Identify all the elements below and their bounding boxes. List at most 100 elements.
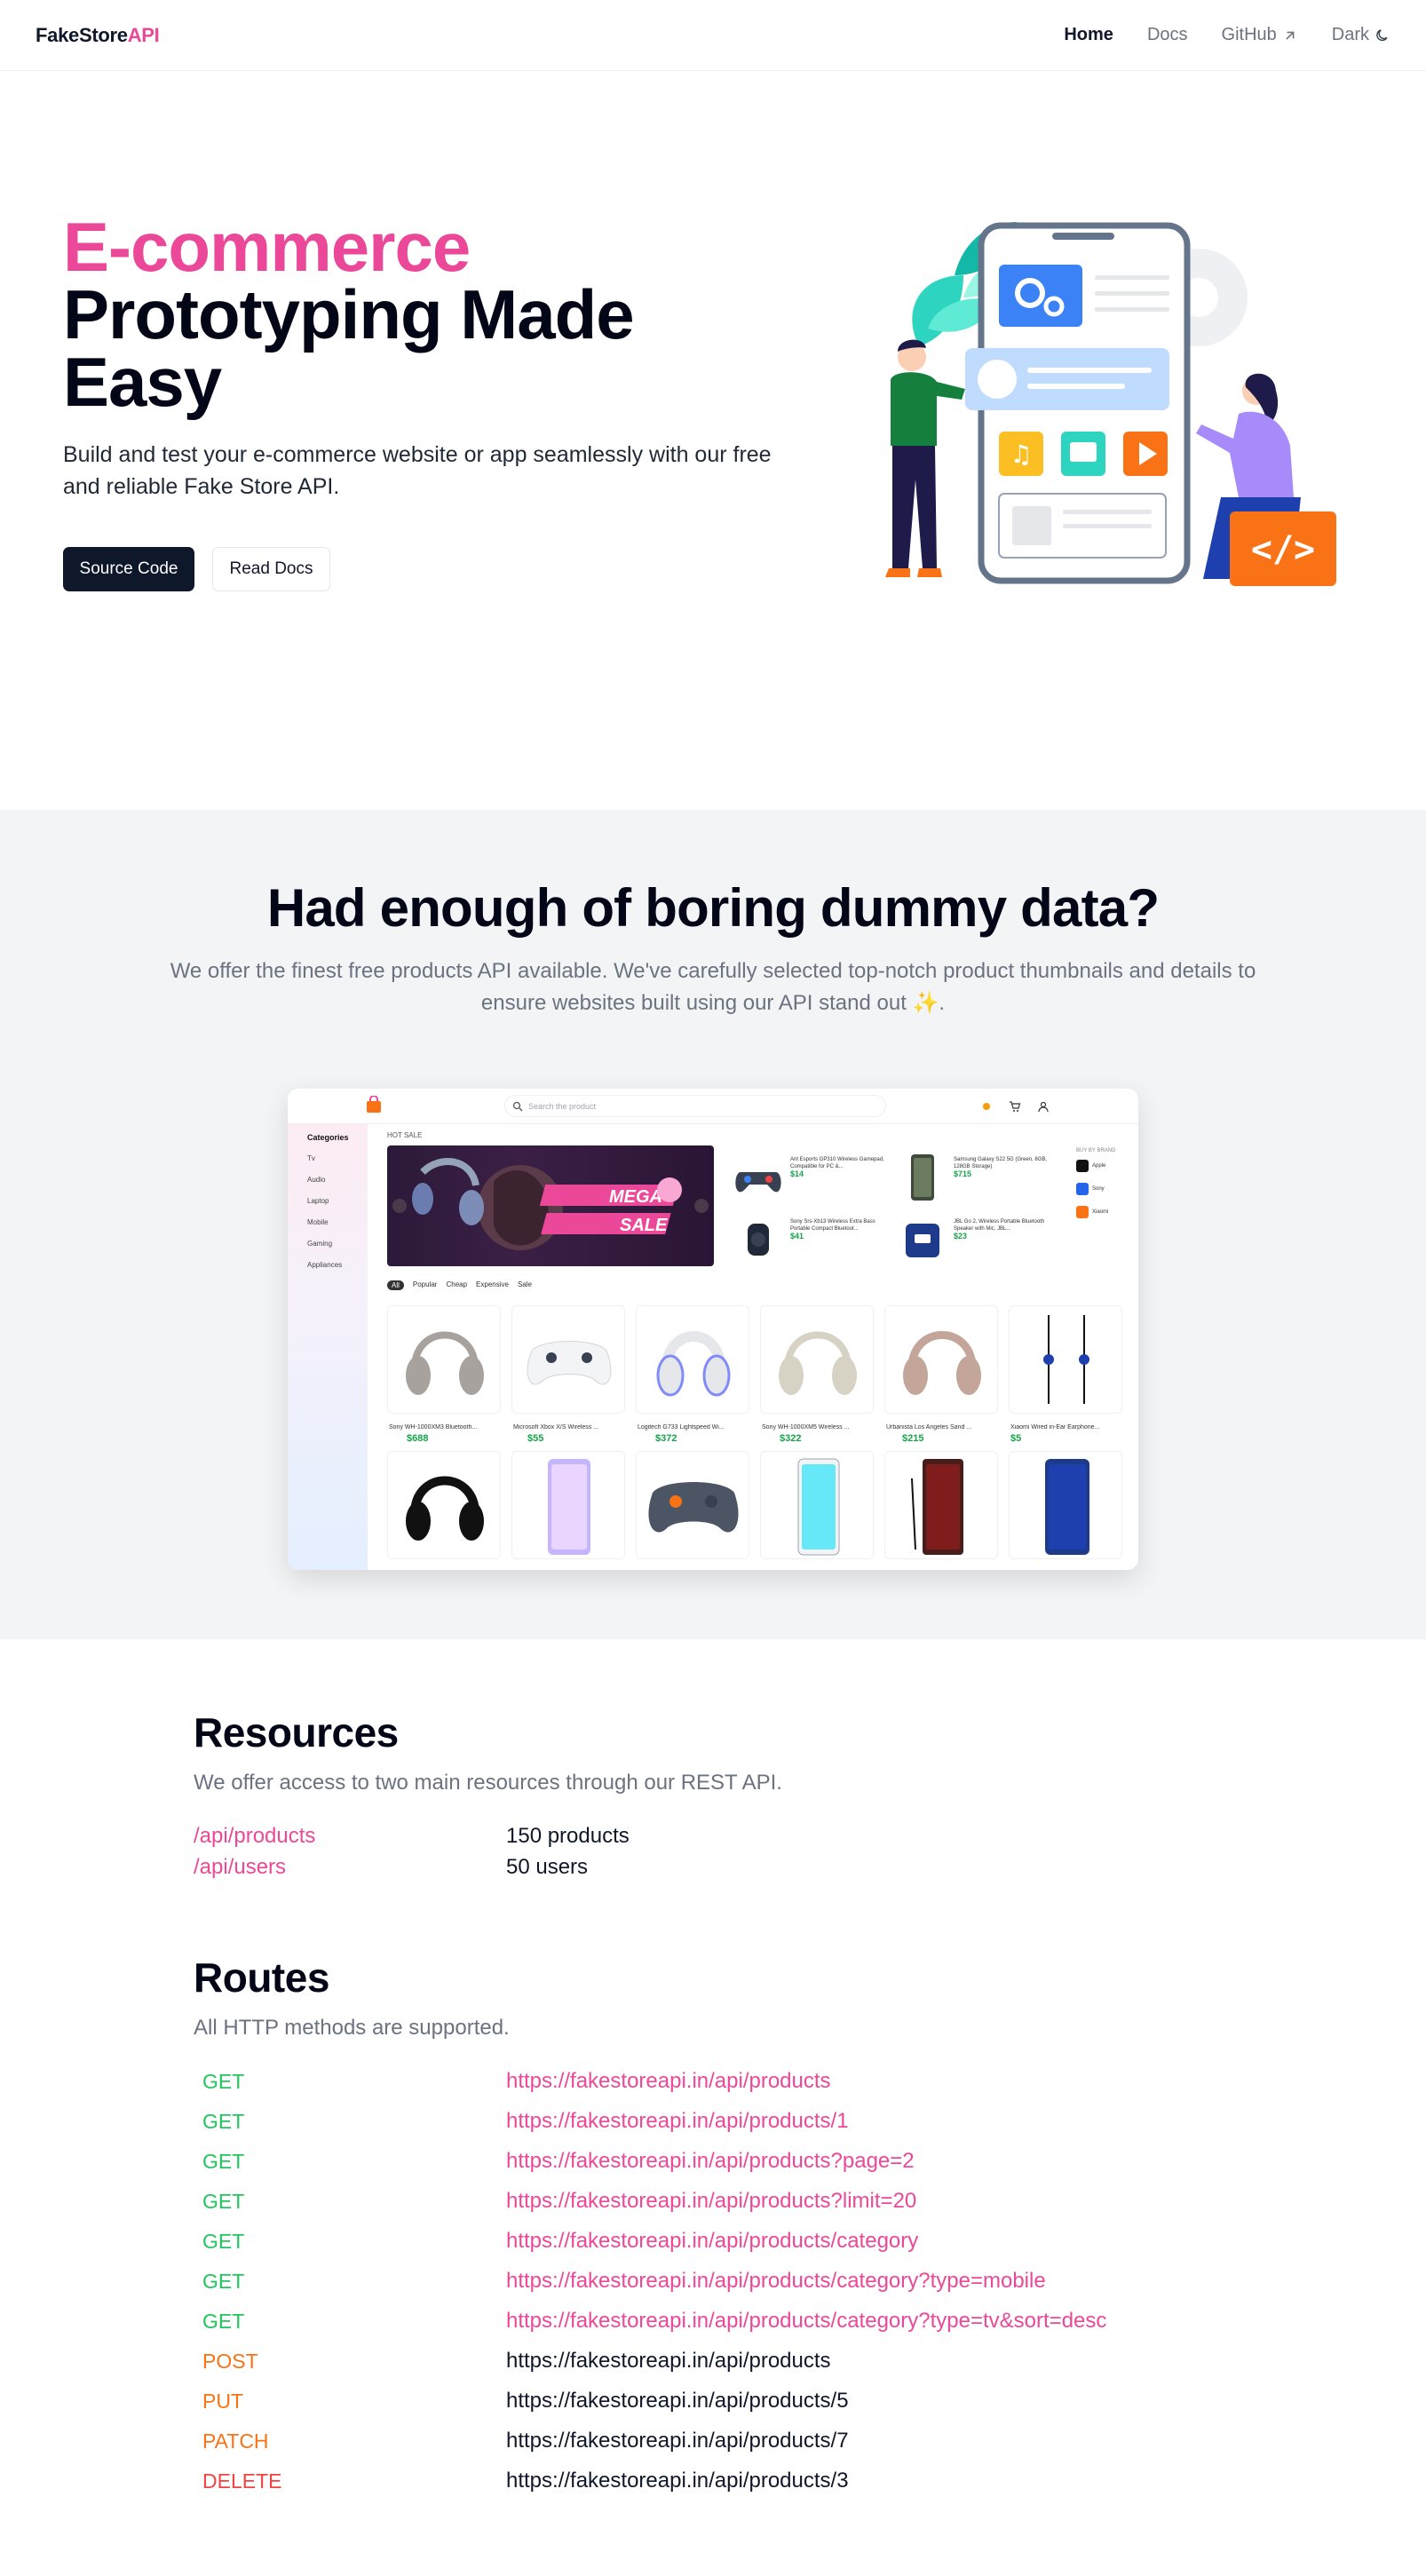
preview-mini-product: JBL Go 2, Wireless Portable Bluetooth Sp…: [954, 1218, 1051, 1240]
preview-category-sidebar: Categories Tv Audio Laptop Mobile Gaming…: [288, 1124, 368, 1570]
route-row: GET https://fakestoreapi.in/api/products…: [202, 2189, 916, 2214]
route-url-link[interactable]: https://fakestoreapi.in/api/products/cat…: [506, 2309, 1106, 2334]
read-docs-button[interactable]: Read Docs: [212, 547, 330, 591]
preview-category: Mobile: [307, 1218, 329, 1226]
user-icon: [1038, 1101, 1049, 1113]
preview-product-name: Sony WH-1000XM3 Bluetooth...: [389, 1424, 478, 1431]
top-nav: FakeStoreAPI Home Docs GitHub Dark: [0, 0, 1426, 71]
feature-title: Had enough of boring dummy data?: [266, 878, 1160, 938]
mini-product-price: $41: [790, 1232, 804, 1240]
preview-mini-product: Ant Esports GP310 Wireless Gamepad, Comp…: [790, 1156, 888, 1178]
man-illustration: [885, 339, 965, 577]
banner-text-1: MEGA: [609, 1187, 662, 1207]
headphones-thumbnail: [903, 1331, 981, 1395]
http-method-label: GET: [202, 2229, 245, 2253]
headphones-thumbnail: [779, 1331, 857, 1395]
route-url-link[interactable]: https://fakestoreapi.in/api/products?lim…: [506, 2189, 916, 2214]
route-row: PUT https://fakestoreapi.in/api/products…: [202, 2389, 849, 2414]
jbl-speaker-thumbnail: [906, 1224, 939, 1257]
earphones-thumbnail: [1043, 1315, 1089, 1404]
route-url-link[interactable]: https://fakestoreapi.in/api/products?pag…: [506, 2149, 915, 2174]
logo[interactable]: FakeStoreAPI: [36, 23, 160, 47]
nav-docs-label: Docs: [1146, 25, 1188, 44]
resource-row: /api/users 50 users: [194, 1855, 588, 1880]
brand-name: Sony: [1092, 1186, 1105, 1192]
resource-products-link[interactable]: /api/products: [194, 1824, 506, 1849]
preview-hot-sale-label: HOT SALE: [387, 1131, 423, 1139]
banner-art: MEGA SALE: [392, 1158, 709, 1250]
preview-product-name: Xiaomi Wired in-Ear Earphone...: [1010, 1424, 1100, 1431]
search-icon: [512, 1101, 523, 1112]
http-method-label: GET: [202, 2069, 245, 2093]
preview-mini-product: Sony Srs-Xb13 Wireless Extra Bass Portab…: [790, 1218, 888, 1240]
route-row: GET https://fakestoreapi.in/api/products: [202, 2069, 831, 2094]
preview-mini-product: Samsung Galaxy S22 5G (Green, 8GB, 128GB…: [954, 1156, 1051, 1178]
route-url: https://fakestoreapi.in/api/products/5: [506, 2389, 849, 2413]
http-method-label: PATCH: [202, 2429, 269, 2453]
xbox-controller-thumbnail: [527, 1341, 612, 1385]
brand-name: Apple: [1092, 1163, 1106, 1169]
nav-github-label: GitHub: [1221, 25, 1277, 44]
preview-product-card: [760, 1451, 874, 1559]
resource-users-link[interactable]: /api/users: [194, 1855, 506, 1880]
nav-home-link[interactable]: Home: [1064, 25, 1113, 45]
speaker-thumbnail: [748, 1224, 769, 1256]
sony-brand-icon: [1076, 1183, 1089, 1195]
preview-category: Tv: [307, 1154, 315, 1162]
logo-text: FakeStore: [36, 23, 128, 46]
route-url-link[interactable]: https://fakestoreapi.in/api/products: [506, 2069, 831, 2094]
route-row: PATCH https://fakestoreapi.in/api/produc…: [202, 2429, 849, 2453]
nav-links: Home Docs GitHub Dark: [1064, 25, 1390, 45]
gaming-headset-thumbnail: [656, 1331, 731, 1397]
preview-product-name: Microsoft Xbox X/S Wireless ...: [513, 1424, 599, 1431]
resource-row: /api/products 150 products: [194, 1824, 630, 1849]
preview-header: Search the product: [288, 1089, 1138, 1124]
resources-title: Resources: [194, 1709, 399, 1756]
route-url-link[interactable]: https://fakestoreapi.in/api/products/1: [506, 2109, 849, 2134]
preview-category: Gaming: [307, 1240, 333, 1248]
headphones-thumbnail: [406, 1476, 484, 1541]
nav-home-label: Home: [1064, 25, 1113, 44]
mini-product-price: $715: [954, 1169, 972, 1178]
route-url-link[interactable]: https://fakestoreapi.in/api/products/cat…: [506, 2269, 1046, 2294]
preview-tab: Expensive: [476, 1280, 509, 1288]
resources-subtitle: We offer access to two main resources th…: [194, 1771, 782, 1795]
mini-product-name: Sony Srs-Xb13 Wireless Extra Bass Portab…: [790, 1219, 875, 1232]
preview-product-name: Urbanista Los Angeles Sand ...: [886, 1424, 972, 1431]
woman-illustration: </>: [1196, 373, 1336, 586]
preview-tab: Popular: [412, 1280, 438, 1288]
dark-mode-label: Dark: [1331, 25, 1369, 44]
logo-accent: API: [127, 23, 160, 46]
source-code-button[interactable]: Source Code: [63, 547, 194, 591]
preview-product-card: [884, 1451, 998, 1559]
route-row: GET https://fakestoreapi.in/api/products…: [202, 2229, 918, 2254]
nav-docs-link[interactable]: Docs: [1147, 25, 1188, 45]
preview-product-price: $688: [407, 1433, 429, 1444]
route-url-link[interactable]: https://fakestoreapi.in/api/products/cat…: [506, 2229, 918, 2254]
preview-categories-title: Categories: [307, 1133, 349, 1142]
apple-brand-icon: [1076, 1160, 1089, 1172]
nav-github-link[interactable]: GitHub: [1222, 25, 1298, 45]
dark-mode-toggle[interactable]: Dark: [1332, 25, 1390, 45]
store-preview-screenshot: Search the product Categories Tv Audio L…: [288, 1089, 1138, 1570]
hero-title-accent: E-commerce: [63, 208, 471, 286]
feature-section: Had enough of boring dummy data? We offe…: [0, 810, 1426, 1639]
mini-product-price: $14: [790, 1169, 804, 1178]
mini-product-name: Ant Esports GP310 Wireless Gamepad, Comp…: [790, 1157, 884, 1169]
http-method-label: GET: [202, 2109, 245, 2133]
hero-title: E-commerce Prototyping Made Easy: [63, 208, 791, 416]
route-url: https://fakestoreapi.in/api/products/3: [506, 2469, 849, 2493]
phone-thumbnail: [1045, 1459, 1089, 1555]
preview-search-placeholder: Search the product: [528, 1101, 597, 1111]
preview-category: Laptop: [307, 1197, 329, 1205]
phone-illustration: ♫: [965, 222, 1191, 584]
sun-icon: [983, 1103, 990, 1110]
phone-thumbnail: [911, 1154, 934, 1201]
preview-product-card: [1009, 1451, 1122, 1559]
preview-sale-banner: MEGA SALE: [387, 1145, 714, 1266]
phone-thumbnail: [797, 1458, 840, 1556]
preview-product-card: [387, 1451, 501, 1559]
phone-thumbnail: [548, 1459, 590, 1555]
http-method-label: GET: [202, 2269, 245, 2293]
mini-product-price: $23: [954, 1232, 968, 1240]
